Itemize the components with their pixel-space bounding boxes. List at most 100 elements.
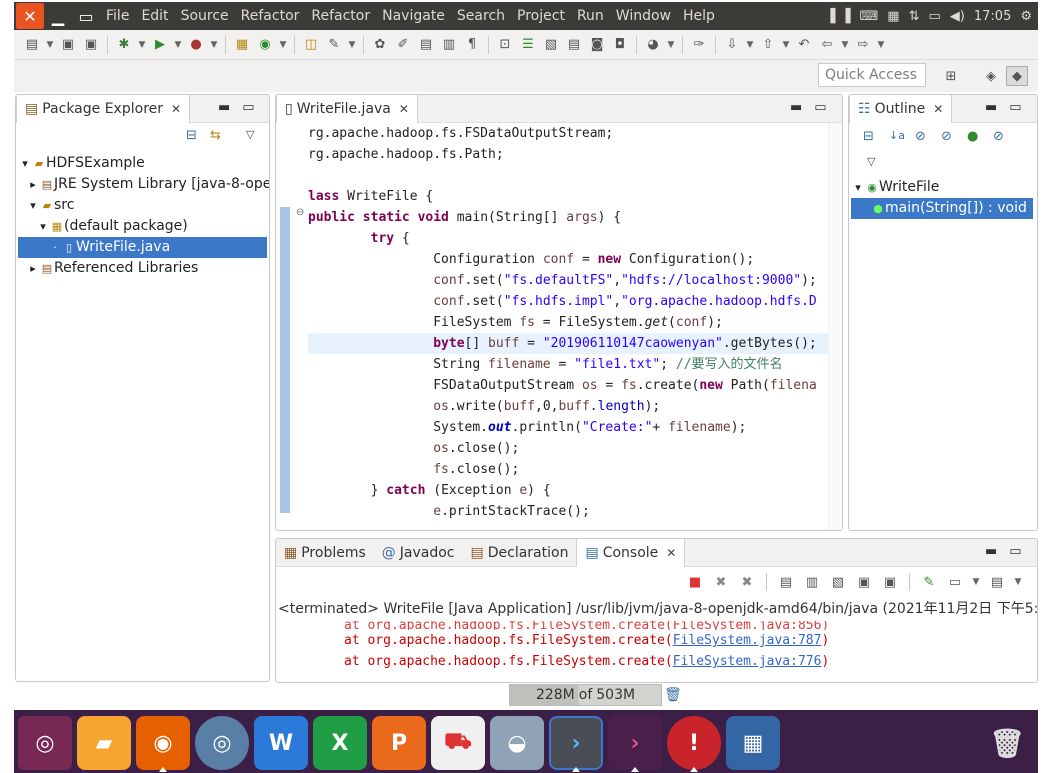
- javadoc-icon[interactable]: ▧: [541, 35, 561, 55]
- close-tab-icon[interactable]: ✕: [933, 102, 943, 116]
- open-console-dropdown-icon[interactable]: ▼: [1013, 572, 1023, 592]
- calc-icon[interactable]: X: [313, 716, 367, 770]
- minimize-window-button[interactable]: ▁: [44, 3, 72, 29]
- collapse-all-icon[interactable]: ⊟: [186, 128, 197, 143]
- close-tab-icon[interactable]: ✕: [666, 546, 676, 560]
- remove-all-icon[interactable]: ✖: [737, 572, 757, 592]
- word-wrap-icon[interactable]: ▧: [828, 572, 848, 592]
- pin-icon[interactable]: ✑: [689, 35, 709, 55]
- software-center-icon[interactable]: ⛟: [431, 716, 485, 770]
- annotation-icon[interactable]: ✿: [370, 35, 390, 55]
- back-icon[interactable]: ⇦: [817, 35, 837, 55]
- menu-run[interactable]: Run: [571, 2, 610, 30]
- save-icon[interactable]: ▣: [58, 35, 78, 55]
- last-edit-icon[interactable]: ↶: [794, 35, 814, 55]
- keyboard-icon[interactable]: ⌨: [860, 9, 879, 24]
- expanded-arrow-icon[interactable]: ▾: [851, 177, 865, 198]
- close-tab-icon[interactable]: ✕: [171, 102, 181, 116]
- menu-source[interactable]: Source: [175, 2, 235, 30]
- breadcrumb-icon[interactable]: ☰: [518, 35, 538, 55]
- display-console-dropdown-icon[interactable]: ▼: [971, 572, 981, 592]
- trash-icon[interactable]: 🗑: [980, 716, 1034, 770]
- collapsed-arrow-icon[interactable]: ▸: [26, 258, 40, 279]
- open-type-icon[interactable]: ◫: [301, 35, 321, 55]
- tree-item-referenced-libraries[interactable]: ▸ ▤ Referenced Libraries: [16, 258, 269, 279]
- java-perspective-icon[interactable]: ◈: [980, 66, 1002, 86]
- vscode-icon[interactable]: ›: [549, 716, 603, 770]
- toggle-mark-icon[interactable]: ▤: [416, 35, 436, 55]
- open-console-icon[interactable]: ▤: [987, 572, 1007, 592]
- next-annotation-dropdown-icon[interactable]: ▼: [745, 35, 755, 55]
- tab-javadoc[interactable]: @ Javadoc: [374, 539, 463, 567]
- view-menu-icon[interactable]: ▽: [867, 155, 875, 168]
- quick-access-field[interactable]: Quick Access: [818, 63, 926, 87]
- maximize-window-button[interactable]: ▭: [72, 3, 100, 29]
- team-icon[interactable]: ◘: [610, 35, 630, 55]
- show-on-error-icon[interactable]: ▣: [880, 572, 900, 592]
- new-class-dropdown-icon[interactable]: ▼: [278, 35, 288, 55]
- firefox-icon[interactable]: ◉: [136, 716, 190, 770]
- save-all-icon[interactable]: ▣: [81, 35, 101, 55]
- menu-navigate[interactable]: Navigate: [376, 2, 451, 30]
- menu-file[interactable]: File: [100, 2, 135, 30]
- close-tab-icon[interactable]: ✕: [399, 102, 409, 116]
- minimize-icon[interactable]: ▬: [790, 100, 802, 115]
- hide-static-icon[interactable]: ⊘: [941, 129, 952, 144]
- code-editor[interactable]: ⊖ rg.apache.hadoop.fs.FSDataOutputStream…: [276, 123, 842, 530]
- ubuntu-launcher-icon[interactable]: ◎: [18, 716, 72, 770]
- network-icon[interactable]: ⇅: [909, 9, 920, 24]
- heap-status[interactable]: 228M of 503M: [509, 684, 662, 706]
- run-dropdown-icon[interactable]: ▼: [173, 35, 183, 55]
- profile-icon[interactable]: ◕: [643, 35, 663, 55]
- tree-item-src[interactable]: ▾ ▰ src: [16, 195, 269, 216]
- menu-project[interactable]: Project: [511, 2, 571, 30]
- run-icon[interactable]: ▶: [150, 35, 170, 55]
- back-dropdown-icon[interactable]: ▼: [840, 35, 850, 55]
- menu-window[interactable]: Window: [610, 2, 677, 30]
- terminal-icon[interactable]: ›: [608, 716, 662, 770]
- forward-dropdown-icon[interactable]: ▼: [876, 35, 886, 55]
- console-icon[interactable]: ▤: [564, 35, 584, 55]
- menu-search[interactable]: Search: [451, 2, 511, 30]
- tab-outline[interactable]: ☷ Outline ✕: [849, 95, 953, 123]
- clock[interactable]: 17:05: [974, 9, 1011, 24]
- tab-package-explorer[interactable]: ▤ Package Explorer ✕: [16, 95, 191, 123]
- external-tools-icon[interactable]: ●: [186, 35, 206, 55]
- minimize-icon[interactable]: ▬: [985, 544, 997, 559]
- collapsed-arrow-icon[interactable]: ▸: [26, 174, 40, 195]
- search-dropdown-icon[interactable]: ▼: [347, 35, 357, 55]
- close-window-button[interactable]: ✕: [16, 3, 44, 29]
- chromium-icon[interactable]: ◎: [195, 716, 249, 770]
- scroll-lock-icon[interactable]: ▥: [802, 572, 822, 592]
- tree-item-default-package[interactable]: ▾ ▦ (default package): [16, 216, 269, 237]
- menu-refactor-2[interactable]: Refactor: [305, 2, 376, 30]
- new-dropdown-icon[interactable]: ▼: [45, 35, 55, 55]
- hide-fields-icon[interactable]: ⊘: [915, 129, 926, 144]
- tab-writefile-java[interactable]: ▯ WriteFile.java ✕: [276, 95, 418, 123]
- view-menu-icon[interactable]: ▽: [246, 128, 254, 141]
- battery-icon[interactable]: ▭: [929, 9, 941, 24]
- debug-perspective-icon[interactable]: ◆: [1006, 66, 1028, 86]
- expanded-arrow-icon[interactable]: ▾: [36, 216, 50, 237]
- search-icon[interactable]: ✎: [324, 35, 344, 55]
- clear-console-icon[interactable]: ▤: [776, 572, 796, 592]
- impress-icon[interactable]: P: [372, 716, 426, 770]
- new-icon[interactable]: ▤: [22, 35, 42, 55]
- display-console-icon[interactable]: ▭: [945, 572, 965, 592]
- next-annotation-icon[interactable]: ⇩: [722, 35, 742, 55]
- stack-trace-link[interactable]: FileSystem.java:787: [673, 633, 822, 648]
- tab-declaration[interactable]: ▤ Declaration: [463, 539, 577, 567]
- profile-dropdown-icon[interactable]: ▼: [666, 35, 676, 55]
- previous-annotation-dropdown-icon[interactable]: ▼: [781, 35, 791, 55]
- highlight-icon[interactable]: ✐: [393, 35, 413, 55]
- workspace-switcher-icon[interactable]: ▦: [726, 716, 780, 770]
- forward-icon[interactable]: ⇨: [853, 35, 873, 55]
- tab-console[interactable]: ▤ Console ✕: [576, 539, 686, 567]
- update-alert-icon[interactable]: !: [667, 716, 721, 770]
- fold-collapse-icon[interactable]: ⊖: [296, 207, 304, 218]
- maximize-icon[interactable]: ▭: [242, 100, 254, 115]
- calendar-icon[interactable]: ▦: [887, 9, 899, 24]
- block-selection-icon[interactable]: ▥: [439, 35, 459, 55]
- open-perspective-icon[interactable]: ⊞: [940, 66, 962, 86]
- hide-nonpublic-icon[interactable]: ●: [967, 129, 978, 144]
